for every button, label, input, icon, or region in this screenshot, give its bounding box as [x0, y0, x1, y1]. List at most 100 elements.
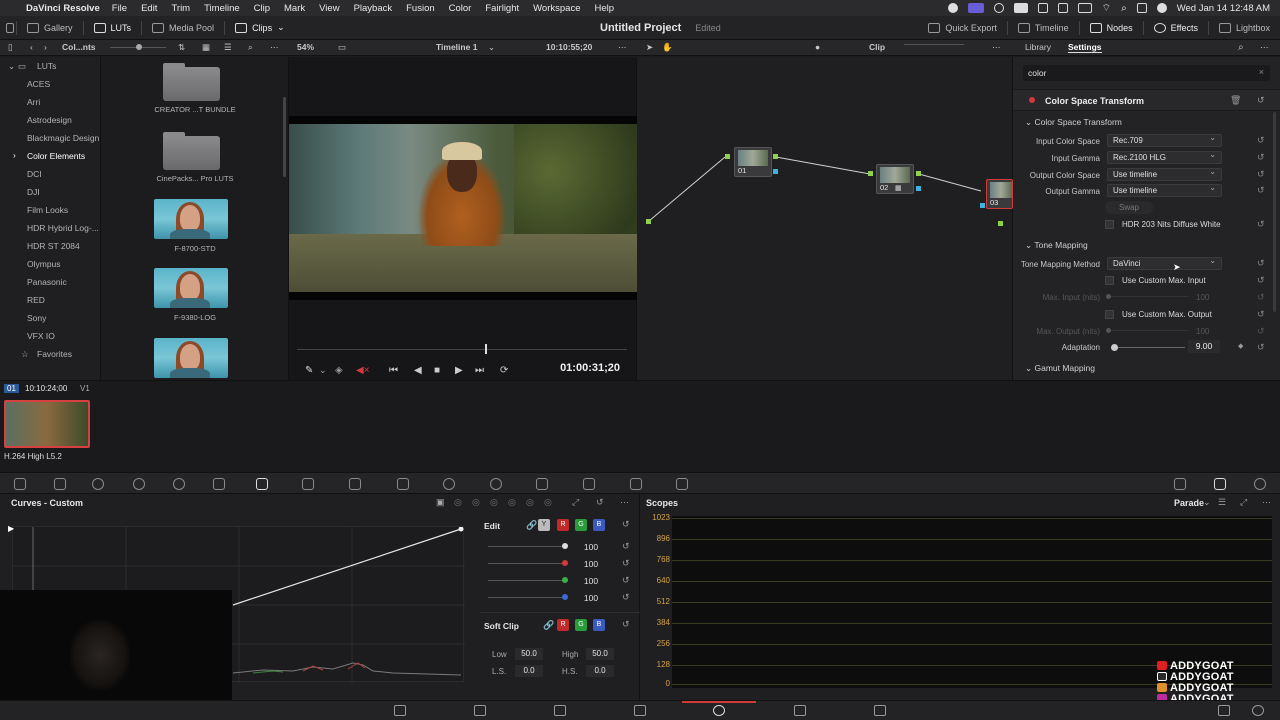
- node-output-dot[interactable]: [773, 169, 778, 174]
- channel-r-button[interactable]: R: [557, 519, 569, 531]
- menu-edit[interactable]: Edit: [141, 3, 157, 14]
- node-input-dot[interactable]: [725, 154, 730, 159]
- forward-icon[interactable]: ›: [44, 42, 47, 52]
- max-output-slider[interactable]: [1108, 330, 1188, 331]
- blur-icon[interactable]: [583, 478, 595, 490]
- lut-thumbnail[interactable]: [154, 338, 228, 378]
- scopes-icon[interactable]: [1214, 478, 1226, 490]
- monitor-icon[interactable]: [1037, 3, 1048, 13]
- section-cst-chevron[interactable]: ⌄ Color Space Transform: [1025, 117, 1122, 128]
- hdr-wheels-icon[interactable]: [133, 478, 145, 490]
- quick-export-button[interactable]: Quick Export: [918, 16, 1007, 40]
- section-gamut-chevron[interactable]: ⌄ Gamut Mapping: [1025, 363, 1095, 374]
- chevron-down-icon[interactable]: ⌄: [1203, 497, 1211, 508]
- menu-mark[interactable]: Mark: [284, 3, 305, 14]
- reset-icon[interactable]: ↺: [1257, 342, 1265, 353]
- media-page-icon[interactable]: [394, 705, 406, 716]
- search-icon[interactable]: ⌕: [1121, 3, 1127, 14]
- node-output-dot[interactable]: [773, 154, 778, 159]
- layers-icon[interactable]: ◈: [335, 365, 343, 376]
- list-view-icon[interactable]: ☰: [224, 42, 232, 53]
- reset-icon[interactable]: ↺: [1257, 95, 1265, 106]
- reset-icon[interactable]: ↺: [622, 592, 630, 603]
- trash-icon[interactable]: 🗑: [1230, 95, 1241, 106]
- app-name-menu[interactable]: DaVinci Resolve: [26, 3, 100, 14]
- sidebar-item-astrodesign[interactable]: Astrodesign: [27, 115, 72, 125]
- input-gamma-select[interactable]: Rec.2100 HLG: [1107, 150, 1222, 164]
- link-icon[interactable]: 🔗: [543, 620, 554, 631]
- hdr-203-checkbox[interactable]: [1105, 220, 1114, 229]
- reset-icon[interactable]: ↺: [1257, 275, 1265, 286]
- camera-raw-icon[interactable]: [14, 478, 26, 490]
- curve-point[interactable]: [458, 526, 464, 532]
- hue-curve-icon[interactable]: ◎: [472, 497, 480, 508]
- g-slider-handle[interactable]: [562, 577, 568, 583]
- soft-clip-r-button[interactable]: R: [557, 619, 569, 631]
- search-icon[interactable]: ⌕: [1238, 42, 1244, 53]
- sidebar-item-olympus[interactable]: Olympus: [27, 259, 61, 269]
- control-center-icon[interactable]: [1136, 3, 1147, 13]
- cut-page-icon[interactable]: [474, 705, 486, 716]
- scrollbar[interactable]: [283, 97, 286, 177]
- app-status-icon[interactable]: [1013, 3, 1028, 13]
- hs-value[interactable]: 0.0: [586, 665, 614, 677]
- expand-icon[interactable]: ⤢: [572, 497, 579, 508]
- battery-icon[interactable]: [1077, 3, 1092, 13]
- sidebar-item-sony[interactable]: Sony: [27, 313, 46, 323]
- channel-y-button[interactable]: Y: [538, 519, 550, 531]
- luma-curve[interactable]: [232, 528, 462, 606]
- play-reverse-icon[interactable]: ◀: [414, 365, 422, 376]
- gallery-button[interactable]: Gallery: [17, 16, 83, 40]
- search-input-box[interactable]: color ×: [1023, 65, 1270, 81]
- tracker-icon[interactable]: [490, 478, 502, 490]
- node-editor[interactable]: 01 02 ▦ 03: [637, 57, 1013, 380]
- nodes-button[interactable]: Nodes: [1080, 16, 1143, 40]
- output-gamma-select[interactable]: Use timeline: [1107, 183, 1222, 197]
- hue-curve-icon[interactable]: ◎: [544, 497, 552, 508]
- source-input-dot[interactable]: [646, 219, 651, 224]
- lightbox-button[interactable]: Lightbox: [1209, 16, 1280, 40]
- sidebar-item-dci[interactable]: DCI: [27, 169, 42, 179]
- output-color-space-select[interactable]: Use timeline: [1107, 167, 1222, 181]
- info-icon[interactable]: [1254, 478, 1266, 490]
- play-icon[interactable]: ▶: [455, 365, 463, 376]
- menu-color[interactable]: Color: [449, 3, 472, 14]
- edit-page-icon[interactable]: [554, 705, 566, 716]
- sidebar-item-vfx-io[interactable]: VFX IO: [27, 331, 55, 341]
- sidebar-toggle-icon[interactable]: ▯: [8, 42, 13, 53]
- more-icon[interactable]: ⋯: [270, 42, 279, 53]
- chevron-down-icon[interactable]: ⌄: [488, 42, 495, 53]
- adaptation-value[interactable]: 9.00: [1188, 340, 1220, 353]
- curve-start-icon[interactable]: ▶: [8, 524, 14, 533]
- node-input-dot[interactable]: [868, 171, 873, 176]
- reset-icon[interactable]: ↺: [1257, 292, 1265, 303]
- luts-button[interactable]: LUTs: [84, 16, 142, 40]
- max-input-value[interactable]: 100: [1196, 293, 1209, 302]
- status-icon[interactable]: [947, 3, 958, 13]
- deliver-page-icon[interactable]: [874, 705, 886, 716]
- scope-mode-select[interactable]: Parade: [1174, 498, 1204, 508]
- node-output-dot[interactable]: [916, 186, 921, 191]
- reset-icon[interactable]: ↺: [622, 575, 630, 586]
- user-icon[interactable]: [1156, 3, 1167, 13]
- tab-settings[interactable]: Settings: [1068, 42, 1102, 53]
- output-dot[interactable]: [998, 221, 1003, 226]
- window-icon[interactable]: [443, 478, 455, 490]
- sidebar-item-blackmagic[interactable]: Blackmagic Design: [27, 133, 99, 143]
- section-tone-chevron[interactable]: ⌄ Tone Mapping: [1025, 240, 1088, 251]
- sidebar-item-film-looks[interactable]: Film Looks: [27, 205, 68, 215]
- g-intensity-value[interactable]: 100: [578, 576, 604, 586]
- lut-thumbnail-f9380[interactable]: [154, 268, 228, 308]
- video-frame[interactable]: [289, 116, 637, 300]
- lut-thumbnail-f8700[interactable]: [154, 199, 228, 239]
- sidebar-item-favorites[interactable]: Favorites: [37, 349, 72, 359]
- more-icon[interactable]: ⋯: [992, 42, 1001, 53]
- sizing-icon[interactable]: [676, 478, 688, 490]
- creative-cloud-icon[interactable]: [993, 3, 1004, 13]
- input-color-space-select[interactable]: Rec.709: [1107, 133, 1222, 147]
- sidebar-item-color-elements[interactable]: Color Elements: [27, 151, 85, 161]
- reset-icon[interactable]: ↺: [1257, 219, 1265, 230]
- curves-mode-icon[interactable]: ▣: [436, 497, 445, 508]
- y-intensity-slider[interactable]: [488, 546, 568, 547]
- timeline-selector[interactable]: Timeline 1: [436, 42, 477, 52]
